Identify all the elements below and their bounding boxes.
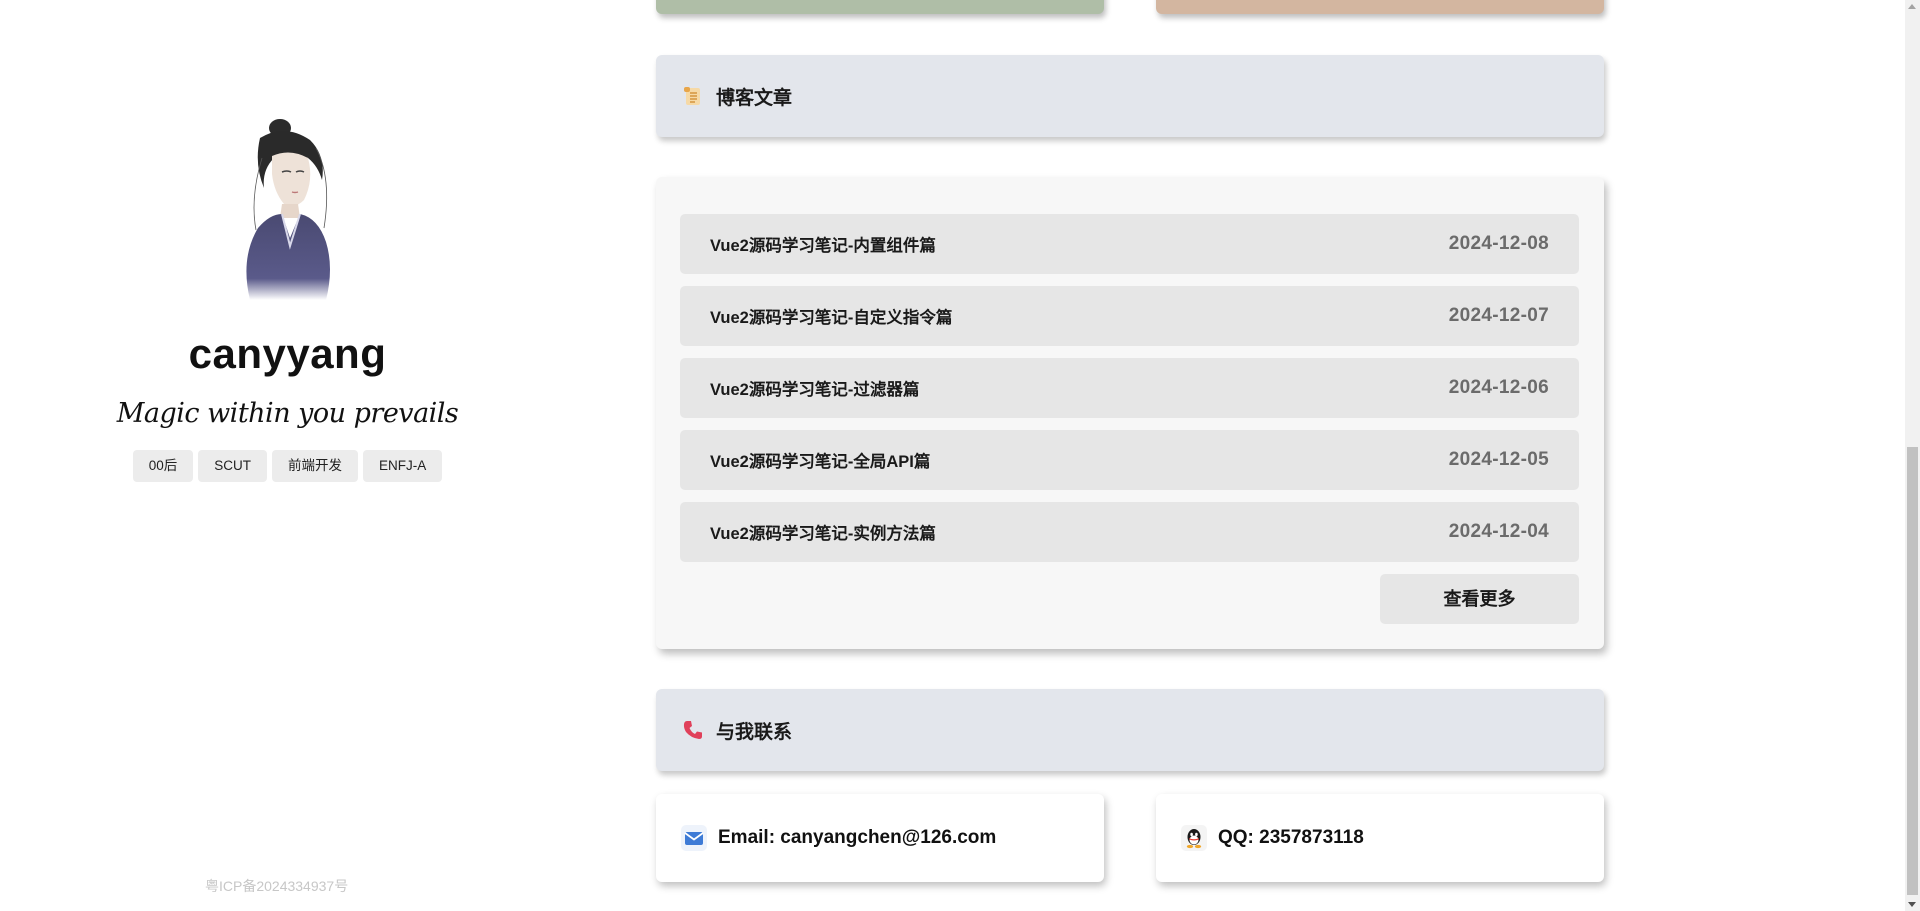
blog-post-date: 2024-12-06 (1448, 377, 1549, 398)
avatar (230, 118, 350, 300)
phone-icon (682, 719, 704, 741)
blog-post-item[interactable]: Vue2源码学习笔记-过滤器篇 2024-12-06 (680, 358, 1579, 418)
mail-icon (680, 824, 708, 852)
qq-card[interactable]: QQ: 2357873118 (1156, 794, 1604, 882)
blog-post-title: Vue2源码学习笔记-过滤器篇 (710, 381, 920, 399)
blog-post-title: Vue2源码学习笔记-实例方法篇 (710, 525, 936, 543)
contact-section-header: 与我联系 (656, 689, 1604, 771)
blog-post-date: 2024-12-07 (1448, 305, 1549, 326)
blog-post-item[interactable]: Vue2源码学习笔记-全局API篇 2024-12-05 (680, 430, 1579, 490)
scroll-up-icon[interactable] (1908, 4, 1916, 9)
scroll-icon (682, 85, 704, 107)
qq-text: QQ: 2357873118 (1218, 827, 1364, 848)
profile-panel: canyyang Magic within you prevails 00后 S… (0, 0, 575, 911)
blog-post-title: Vue2源码学习笔记-全局API篇 (710, 453, 931, 471)
scrollbar-thumb[interactable] (1907, 447, 1918, 895)
scroll-down-icon[interactable] (1908, 902, 1916, 907)
profile-tags: 00后 SCUT 前端开发 ENFJ-A (0, 450, 575, 482)
project-card-tan[interactable] (1156, 0, 1604, 14)
qq-icon (1180, 824, 1208, 852)
view-more-button[interactable]: 查看更多 (1380, 574, 1579, 624)
blog-post-date: 2024-12-05 (1448, 449, 1549, 470)
blog-post-item[interactable]: Vue2源码学习笔记-自定义指令篇 2024-12-07 (680, 286, 1579, 346)
project-card-green[interactable] (656, 0, 1104, 14)
blog-post-date: 2024-12-08 (1448, 233, 1549, 254)
icp-link[interactable]: 粤ICP备2024334937号 (205, 876, 348, 896)
profile-motto: Magic within you prevails (116, 398, 459, 429)
tag-item: 00后 (132, 450, 194, 482)
blog-post-date: 2024-12-04 (1448, 521, 1549, 542)
blog-post-item[interactable]: Vue2源码学习笔记-实例方法篇 2024-12-04 (680, 502, 1579, 562)
blog-post-title: Vue2源码学习笔记-自定义指令篇 (710, 309, 953, 327)
tag-item: 前端开发 (272, 450, 359, 482)
tag-item: SCUT (198, 450, 268, 482)
blog-posts-card: Vue2源码学习笔记-内置组件篇 2024-12-08 Vue2源码学习笔记-自… (656, 177, 1604, 649)
email-text: Email: canyangchen@126.com (718, 827, 997, 848)
blog-post-item[interactable]: Vue2源码学习笔记-内置组件篇 2024-12-08 (680, 214, 1579, 274)
page-scrollbar[interactable] (1905, 0, 1920, 911)
contact-section-title: 与我联系 (716, 721, 793, 743)
tag-item: ENFJ-A (363, 450, 443, 482)
blog-section-title: 博客文章 (716, 87, 793, 109)
profile-name: canyyang (188, 330, 387, 377)
email-card[interactable]: Email: canyangchen@126.com (656, 794, 1104, 882)
blog-post-title: Vue2源码学习笔记-内置组件篇 (710, 237, 936, 255)
blog-section-header: 博客文章 (656, 55, 1604, 137)
